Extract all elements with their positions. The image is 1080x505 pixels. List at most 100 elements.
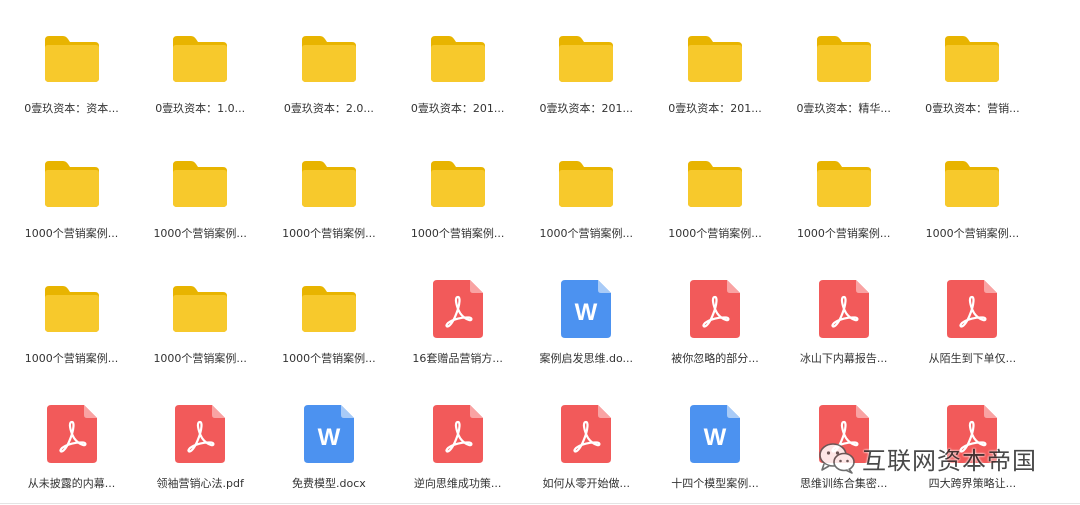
svg-text:W: W [704, 424, 727, 451]
file-name-label: 1000个营销案例... [282, 352, 376, 365]
file-name-label: 思维训练合集密... [799, 477, 888, 490]
file-name-label: 免费模型.docx [292, 477, 366, 490]
folder-item[interactable]: 0壹玖资本：资本... [7, 8, 136, 126]
file-item[interactable]: 逆向思维成功策... [393, 383, 522, 501]
file-name-label: 从陌生到下单仅... [928, 352, 1017, 365]
folder-item[interactable]: 1000个营销案例... [7, 133, 136, 251]
folder-item[interactable]: 0壹玖资本：营销... [908, 8, 1037, 126]
word-file-icon: W [561, 280, 612, 338]
file-item[interactable]: W 免费模型.docx [264, 383, 393, 501]
file-name-label: 1000个营销案例... [24, 227, 119, 240]
folder-item[interactable]: 1000个营销案例... [264, 133, 393, 251]
file-name-label: 0壹玖资本：精华... [796, 102, 891, 115]
folder-icon [43, 34, 101, 84]
folder-icon [43, 284, 101, 334]
file-name-label: 冰山下内幕报告... [799, 352, 888, 365]
svg-text:W: W [318, 424, 341, 451]
folder-icon [686, 34, 744, 84]
folder-icon [943, 34, 1001, 84]
folder-item[interactable]: 1000个营销案例... [908, 133, 1037, 251]
file-item[interactable]: 从未披露的内幕... [7, 383, 136, 501]
pdf-file-icon [818, 280, 869, 338]
file-name-label: 领袖营销心法.pdf [156, 477, 244, 490]
svg-text:W: W [575, 299, 598, 326]
file-name-label: 0壹玖资本：资本... [24, 102, 119, 115]
file-name-label: 十四个模型案例... [671, 477, 759, 490]
folder-icon [686, 159, 744, 209]
file-name-label: 0壹玖资本：1.0... [155, 102, 246, 115]
file-item[interactable]: W 十四个模型案例... [651, 383, 780, 501]
file-item[interactable]: 如何从零开始做... [522, 383, 651, 501]
file-name-label: 案例启发思维.do... [539, 352, 634, 365]
file-item[interactable]: 被你忽略的部分... [651, 258, 780, 376]
folder-icon [557, 34, 615, 84]
file-name-label: 0壹玖资本：2.0... [283, 102, 374, 115]
pdf-file-icon [175, 405, 226, 463]
folder-item[interactable]: 0壹玖资本：201... [651, 8, 780, 126]
file-name-label: 1000个营销案例... [153, 227, 247, 240]
file-grid: 0壹玖资本：资本... 0壹玖资本：1.0... 0壹玖资本：2.0... 0壹玖资本… [0, 0, 1080, 505]
file-name-label: 1000个营销案例... [668, 227, 762, 240]
folder-item[interactable]: 1000个营销案例... [7, 258, 136, 376]
folder-icon [171, 34, 229, 84]
file-name-label: 1000个营销案例... [153, 352, 247, 365]
file-name-label: 1000个营销案例... [925, 227, 1020, 240]
folder-icon [557, 159, 615, 209]
word-file-icon: W [303, 405, 354, 463]
folder-item[interactable]: 0壹玖资本：201... [522, 8, 651, 126]
file-item[interactable]: 从陌生到下单仅... [908, 258, 1037, 376]
folder-item[interactable]: 0壹玖资本：201... [393, 8, 522, 126]
folder-icon [943, 159, 1001, 209]
folder-icon [171, 159, 229, 209]
folder-item[interactable]: 1000个营销案例... [522, 133, 651, 251]
pdf-file-icon [432, 280, 483, 338]
file-name-label: 四大跨界策略让... [928, 477, 1017, 490]
folder-item[interactable]: 1000个营销案例... [136, 258, 265, 376]
folder-icon [300, 34, 358, 84]
folder-item[interactable]: 0壹玖资本：2.0... [264, 8, 393, 126]
file-item[interactable]: 16套赠品营销方... [393, 258, 522, 376]
watermark-text: 互联网资本帝国 [862, 446, 1037, 475]
folder-icon [300, 159, 358, 209]
pdf-file-icon [947, 280, 998, 338]
folder-item[interactable]: 0壹玖资本：1.0... [136, 8, 265, 126]
pdf-file-icon [690, 280, 740, 338]
folder-icon [815, 159, 873, 209]
file-name-label: 1000个营销案例... [24, 352, 119, 365]
folder-icon [815, 34, 873, 84]
pdf-file-icon [561, 405, 612, 463]
folder-item[interactable]: 1000个营销案例... [651, 133, 780, 251]
bottom-divider [0, 503, 1080, 504]
file-name-label: 0壹玖资本：营销... [925, 102, 1020, 115]
pdf-file-icon [432, 405, 483, 463]
folder-icon [429, 34, 487, 84]
word-file-icon: W [690, 405, 740, 463]
folder-icon [171, 284, 229, 334]
wechat-icon [819, 443, 855, 474]
watermark: 互联网资本帝国 [818, 440, 1037, 476]
file-name-label: 1000个营销案例... [796, 227, 891, 240]
file-name-label: 1000个营销案例... [282, 227, 376, 240]
file-name-label: 1000个营销案例... [410, 227, 505, 240]
file-name-label: 从未披露的内幕... [27, 477, 116, 490]
folder-icon [300, 284, 358, 334]
folder-item[interactable]: 1000个营销案例... [779, 133, 908, 251]
file-name-label: 被你忽略的部分... [671, 352, 759, 365]
file-name-label: 0壹玖资本：201... [668, 102, 762, 115]
file-item[interactable]: W 案例启发思维.do... [522, 258, 651, 376]
folder-item[interactable]: 1000个营销案例... [136, 133, 265, 251]
file-name-label: 如何从零开始做... [542, 477, 631, 490]
pdf-file-icon [46, 405, 97, 463]
file-name-label: 逆向思维成功策... [413, 477, 502, 490]
folder-item[interactable]: 0壹玖资本：精华... [779, 8, 908, 126]
file-name-label: 16套赠品营销方... [412, 352, 503, 365]
folder-item[interactable]: 1000个营销案例... [393, 133, 522, 251]
file-name-label: 0壹玖资本：201... [410, 102, 505, 115]
file-item[interactable]: 领袖营销心法.pdf [136, 383, 265, 501]
folder-item[interactable]: 1000个营销案例... [264, 258, 393, 376]
file-item[interactable]: 冰山下内幕报告... [779, 258, 908, 376]
file-name-label: 0壹玖资本：201... [539, 102, 634, 115]
folder-icon [429, 159, 487, 209]
folder-icon [43, 159, 101, 209]
file-name-label: 1000个营销案例... [539, 227, 634, 240]
